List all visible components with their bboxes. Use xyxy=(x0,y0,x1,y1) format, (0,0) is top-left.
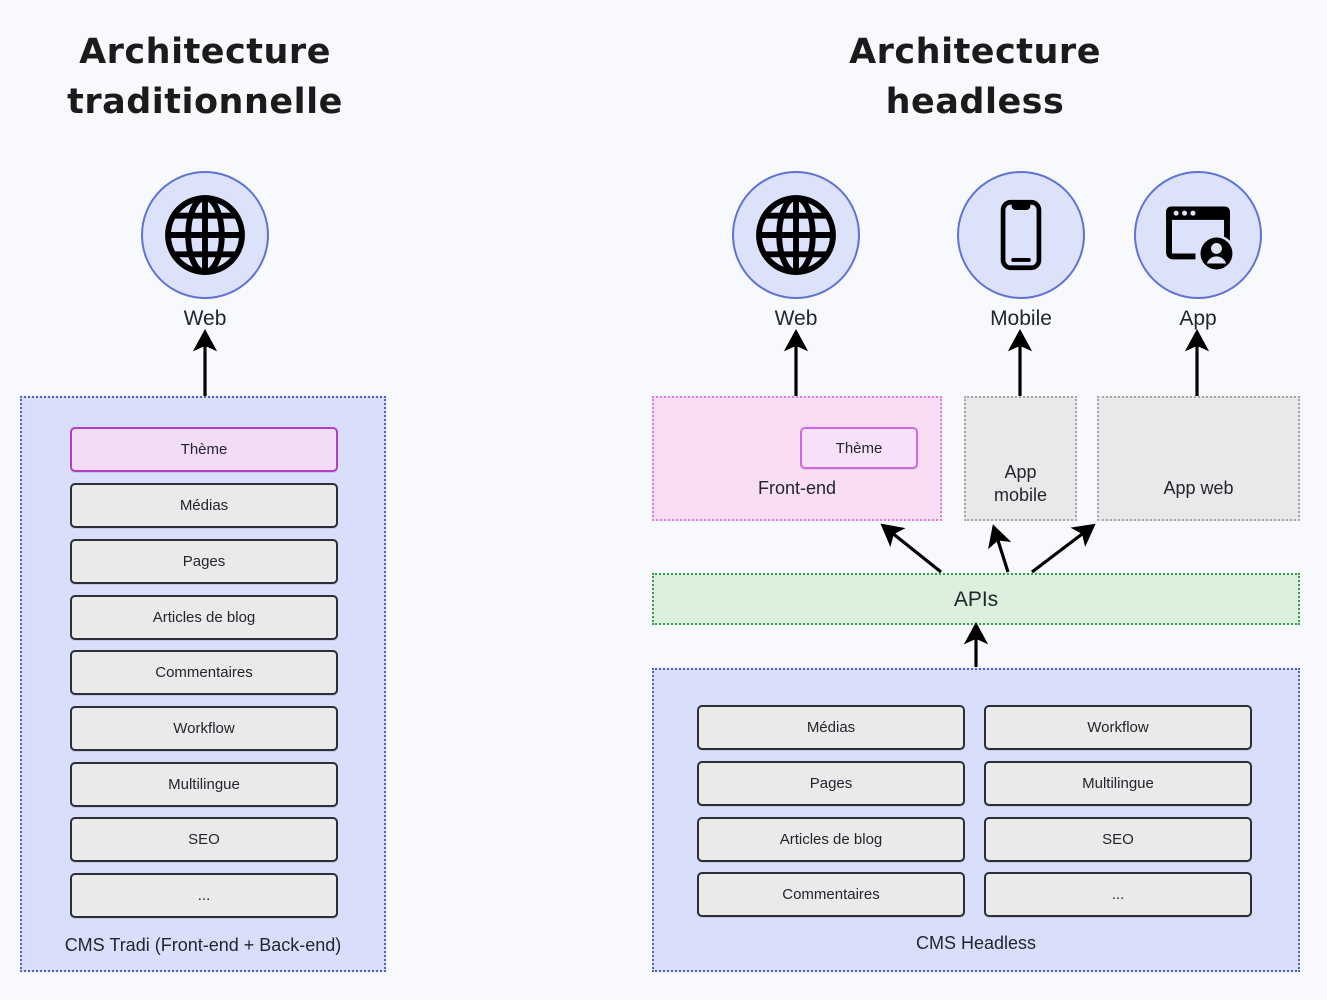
mobile-icon xyxy=(982,196,1060,274)
channel-bubble xyxy=(141,171,269,299)
channel-label: Mobile xyxy=(990,307,1052,330)
cms-headless-item-label: Pages xyxy=(809,775,853,792)
left-panel-title-line1: Architecture xyxy=(79,32,331,72)
cms-tradi-item-medias[interactable]: Médias xyxy=(70,483,338,528)
cms-headless-item-label: Médias xyxy=(806,719,856,736)
app-mobile-caption-line1: App xyxy=(1004,462,1037,482)
channel-web-right: Web xyxy=(729,171,863,330)
left-panel-title: Architecture traditionnelle xyxy=(40,28,370,127)
cms-headless-item-label: Commentaires xyxy=(782,886,880,903)
channel-label: App xyxy=(1179,307,1217,330)
cms-headless-item-label: Multilingue xyxy=(1082,775,1154,792)
apis-label: APIs xyxy=(953,588,999,611)
cms-tradi-item-theme[interactable]: Thème xyxy=(70,427,338,472)
cms-tradi-caption: CMS Tradi (Front-end + Back-end) xyxy=(64,935,342,955)
cms-tradi-item-label: Articles de blog xyxy=(152,609,256,626)
cms-tradi-item-seo[interactable]: SEO xyxy=(70,817,338,862)
cms-headless-item-pages[interactable]: Pages xyxy=(697,761,965,806)
frontend-item-label: Thème xyxy=(835,439,883,457)
app-web-caption: App web xyxy=(1163,478,1234,498)
cms-headless-caption: CMS Headless xyxy=(915,933,1037,953)
right-panel-title: Architecture headless xyxy=(795,28,1155,127)
cms-headless-item-workflow[interactable]: Workflow xyxy=(984,705,1252,750)
cms-tradi-item-label: Thème xyxy=(180,441,228,458)
cms-headless-item-commentaires[interactable]: Commentaires xyxy=(697,872,965,917)
cms-headless-item-multilingue[interactable]: Multilingue xyxy=(984,761,1252,806)
channel-bubble xyxy=(732,171,860,299)
cms-tradi-item-label: Multilingue xyxy=(168,776,240,793)
globe-icon xyxy=(754,193,838,277)
right-panel-title-line2: headless xyxy=(885,81,1065,122)
cms-tradi-item-pages[interactable]: Pages xyxy=(70,539,338,584)
cms-headless-item-articles[interactable]: Articles de blog xyxy=(697,817,965,862)
app-mobile-caption-line2: mobile xyxy=(993,484,1048,505)
cms-headless-item-label: Workflow xyxy=(1087,719,1149,736)
cms-tradi-item-label: ... xyxy=(197,887,211,904)
channel-mobile: Mobile xyxy=(954,171,1088,330)
arrow-apis-to-app-mobile xyxy=(988,524,1012,573)
app-window-user-icon xyxy=(1156,193,1240,277)
app-mobile-caption: App mobile xyxy=(966,461,1075,506)
cms-headless-item-more[interactable]: ... xyxy=(984,872,1252,917)
cms-headless-item-seo[interactable]: SEO xyxy=(984,817,1252,862)
arrow-apis-to-app-web xyxy=(1031,523,1096,574)
channel-label: Web xyxy=(774,307,818,330)
frontend-caption: Front-end xyxy=(757,478,837,498)
cms-headless-item-label: Articles de blog xyxy=(779,831,883,848)
channel-app: App xyxy=(1131,171,1265,330)
cms-tradi-item-label: Médias xyxy=(179,497,229,514)
cms-headless-item-label: ... xyxy=(1111,886,1125,903)
cms-tradi-item-label: Pages xyxy=(182,553,226,570)
cms-tradi-item-workflow[interactable]: Workflow xyxy=(70,706,338,751)
left-panel-title-line2: traditionnelle xyxy=(67,81,343,122)
channel-web-left: Web xyxy=(138,171,272,330)
channel-label: Web xyxy=(183,307,227,330)
app-mobile-container: App mobile xyxy=(964,396,1077,521)
cms-tradi-item-label: Commentaires xyxy=(155,664,253,681)
cms-tradi-item-commentaires[interactable]: Commentaires xyxy=(70,650,338,695)
apis-container: APIs xyxy=(652,573,1300,625)
right-panel-title-line1: Architecture xyxy=(849,32,1101,72)
cms-tradi-item-articles[interactable]: Articles de blog xyxy=(70,595,338,640)
cms-tradi-item-label: SEO xyxy=(188,831,220,848)
cms-tradi-item-more[interactable]: ... xyxy=(70,873,338,918)
channel-bubble xyxy=(957,171,1085,299)
arrow-apis-to-frontend xyxy=(880,523,942,574)
globe-icon xyxy=(163,193,247,277)
diagram-canvas: Architecture traditionnelle Architecture… xyxy=(0,0,1327,1000)
cms-tradi-item-label: Workflow xyxy=(173,720,235,737)
cms-headless-item-label: SEO xyxy=(1102,831,1134,848)
cms-headless-item-medias[interactable]: Médias xyxy=(697,705,965,750)
app-web-container: App web xyxy=(1097,396,1300,521)
channel-bubble xyxy=(1134,171,1262,299)
cms-tradi-item-multilingue[interactable]: Multilingue xyxy=(70,762,338,807)
frontend-item-theme[interactable]: Thème xyxy=(800,427,918,469)
